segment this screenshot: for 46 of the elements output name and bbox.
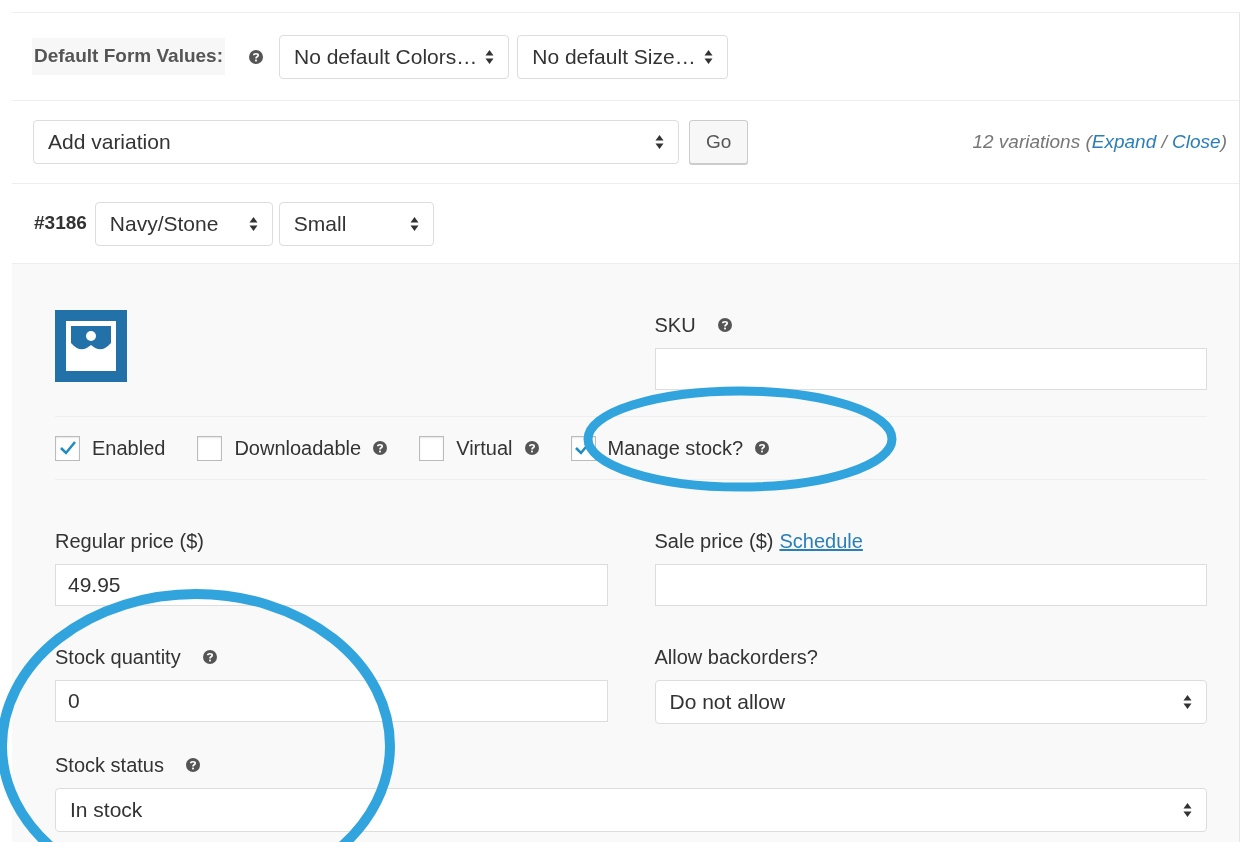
field-label: Stock quantity (55, 645, 181, 670)
schedule-link[interactable]: Schedule (779, 526, 863, 556)
select-arrows-icon (409, 215, 419, 232)
field-label: Sale price ($) (654, 529, 774, 554)
backorders-select[interactable]: Do not allow (654, 680, 1207, 724)
default-value-select[interactable]: No default Colors… (279, 34, 510, 79)
select-arrows-icon (655, 134, 664, 150)
attribute-select[interactable]: Small (278, 201, 434, 246)
regular-price-field[interactable]: 49.95 (55, 564, 608, 606)
add-variation-select[interactable]: Add variation (33, 120, 679, 164)
help-icon[interactable] (185, 758, 200, 772)
checkbox-label: Manage stock? (607, 436, 744, 461)
field-label: SKU (654, 313, 696, 338)
select-arrows-icon (485, 48, 495, 65)
help-icon[interactable] (524, 441, 539, 455)
select-arrows-icon (1183, 802, 1192, 818)
checkbox-label: Downloadable (234, 436, 362, 461)
field-label: Allow backorders? (654, 645, 818, 670)
attribute-select[interactable]: Navy/Stone (94, 201, 273, 246)
toggle-link[interactable]: Expand (1091, 130, 1157, 152)
select-arrows-icon (1183, 694, 1192, 710)
default-value-select[interactable]: No default Size… (517, 34, 728, 79)
checkbox-label: Virtual (456, 436, 513, 461)
help-icon[interactable] (249, 49, 263, 64)
field-label: Regular price ($) (55, 529, 204, 554)
help-icon[interactable] (717, 318, 732, 332)
help-icon[interactable] (373, 441, 388, 455)
select-arrows-icon (703, 48, 713, 65)
select-arrows-icon (248, 215, 258, 232)
field-label: Stock status (55, 753, 164, 778)
stock-quantity-field[interactable]: 0 (55, 680, 608, 722)
checkbox-label: Enabled (92, 436, 166, 461)
sale-price-field[interactable] (654, 564, 1207, 606)
help-icon[interactable] (202, 650, 217, 664)
stock-status-select[interactable]: In stock (55, 788, 1207, 832)
default-form-values-label: Default Form Values: (32, 38, 225, 75)
checkbox[interactable] (197, 435, 223, 461)
help-icon[interactable] (755, 441, 770, 455)
checkbox[interactable] (55, 435, 80, 461)
checkbox[interactable] (419, 435, 445, 461)
variations-count: 12 variations (Expand / Close) (972, 129, 1227, 154)
go-button[interactable]: Go (689, 120, 749, 164)
image-placeholder-icon[interactable] (55, 310, 127, 382)
checkmark-icon (58, 440, 77, 456)
variation-id: #3186 (34, 211, 87, 236)
sku-field[interactable] (654, 348, 1207, 390)
